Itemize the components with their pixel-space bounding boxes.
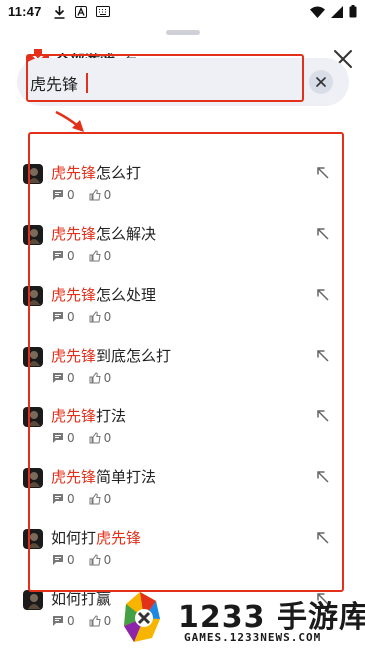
annotation-box-search xyxy=(26,54,304,102)
comment-count: 0 xyxy=(67,614,75,628)
comment-icon xyxy=(53,616,63,626)
a-badge-icon xyxy=(75,6,87,18)
clear-search-button[interactable] xyxy=(309,70,333,94)
game-avatar xyxy=(23,590,43,610)
keyboard-icon xyxy=(96,6,110,17)
drag-handle[interactable] xyxy=(166,30,200,35)
wifi-icon xyxy=(310,6,325,18)
clear-icon xyxy=(316,77,326,87)
battery-icon xyxy=(349,5,357,18)
status-bar: 11:47 xyxy=(0,0,365,24)
annotation-box-results xyxy=(28,132,344,592)
watermark-title: 1233 手游库 xyxy=(178,600,365,635)
status-time: 11:47 xyxy=(8,4,42,19)
result-meta: 00 xyxy=(52,614,125,628)
watermark-url: GAMES.1233NEWS.COM xyxy=(184,631,322,644)
download-icon xyxy=(54,6,65,19)
like-icon[interactable] xyxy=(89,615,101,627)
signal-icon xyxy=(331,5,343,18)
like-count: 0 xyxy=(103,614,112,628)
title-prefix: 如何打赢 xyxy=(51,590,112,608)
status-right xyxy=(310,5,357,18)
